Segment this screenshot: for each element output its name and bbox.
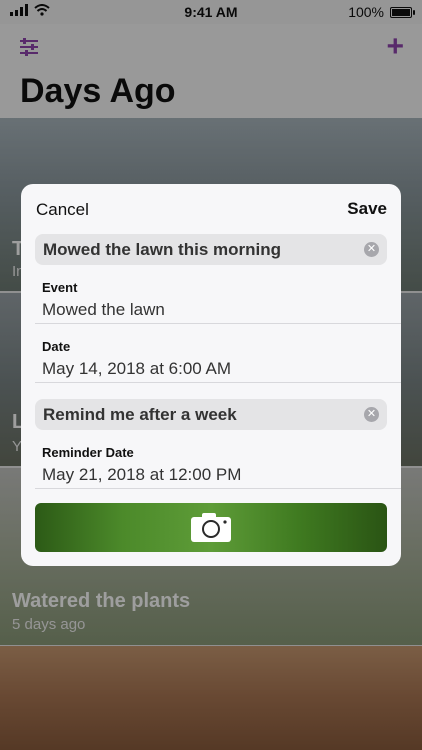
reminder-input-value: Remind me after a week (43, 405, 237, 424)
clear-icon[interactable]: ✕ (364, 407, 379, 422)
save-button[interactable]: Save (347, 199, 387, 219)
name-input-value: Mowed the lawn this morning (43, 240, 281, 259)
divider (35, 382, 401, 383)
event-label: Event (42, 280, 78, 295)
divider (35, 488, 401, 489)
reminder-date-label: Reminder Date (42, 445, 134, 460)
event-value: Mowed the lawn (42, 300, 165, 319)
date-label: Date (42, 339, 71, 354)
date-field[interactable]: Date May 14, 2018 at 6:00 AM (21, 333, 401, 383)
clear-icon[interactable]: ✕ (364, 242, 379, 257)
divider (35, 323, 401, 324)
cancel-button[interactable]: Cancel (36, 200, 89, 220)
date-value: May 14, 2018 at 6:00 AM (42, 359, 232, 378)
name-input[interactable]: Mowed the lawn this morning ✕ (35, 234, 387, 265)
reminder-date-field[interactable]: Reminder Date May 21, 2018 at 12:00 PM (21, 439, 401, 489)
camera-icon (191, 513, 231, 542)
reminder-date-value: May 21, 2018 at 12:00 PM (42, 465, 242, 484)
edit-event-modal: Cancel Save Mowed the lawn this morning … (21, 184, 401, 566)
reminder-input[interactable]: Remind me after a week ✕ (35, 399, 387, 430)
modal-header: Cancel Save (21, 184, 401, 228)
photo-button[interactable] (35, 503, 387, 552)
event-field[interactable]: Event Mowed the lawn (21, 274, 401, 324)
